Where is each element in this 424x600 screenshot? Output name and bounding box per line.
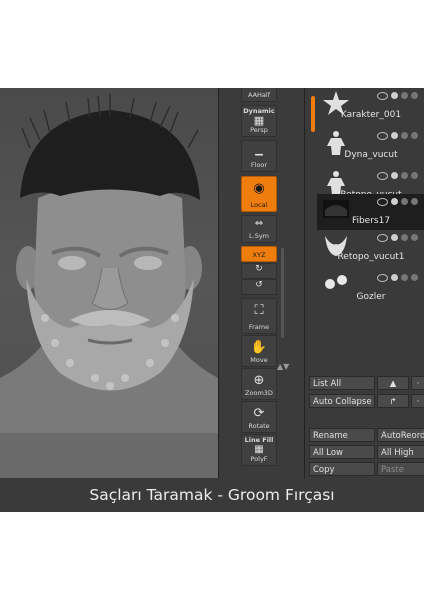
polyf-icon: ▦ bbox=[254, 444, 264, 455]
list-all-row: List All ▲ · bbox=[309, 376, 424, 390]
arrow-extra-button[interactable]: · bbox=[411, 376, 424, 390]
move-down-button[interactable]: ↱ bbox=[377, 394, 409, 408]
floor-button[interactable]: ▁ Floor bbox=[241, 140, 277, 172]
subtool-toggles bbox=[377, 92, 424, 100]
move-down-icon: ↱ bbox=[389, 397, 397, 407]
lsym-button[interactable]: ⇔ L.Sym bbox=[241, 215, 277, 243]
shelf-tools: AAHalf Dynamic ▦ Persp ▁ Floor ◉ Local ⇔… bbox=[241, 88, 277, 478]
rotate-icon: ⟳ bbox=[253, 406, 265, 421]
list-all-button[interactable]: List All bbox=[309, 376, 375, 390]
move-extra-button[interactable]: · bbox=[411, 394, 424, 408]
shelf-scrollbar[interactable] bbox=[281, 248, 284, 338]
copy-row: Copy Paste bbox=[309, 462, 424, 476]
floor-icon: ▁ bbox=[255, 145, 263, 156]
subtool-toggles bbox=[377, 274, 424, 282]
subtool-item[interactable]: Dyna_vucut bbox=[317, 128, 424, 168]
auto-collapse-row: Auto Collapse ↱ · bbox=[309, 394, 424, 408]
rotate-y-icon: ↻ bbox=[255, 264, 263, 274]
subtool-item[interactable]: Retopo_vucut1 bbox=[317, 230, 424, 270]
auto-collapse-button[interactable]: Auto Collapse bbox=[309, 394, 375, 408]
all-high-button[interactable]: All High bbox=[377, 445, 424, 459]
move-extra-icon: · bbox=[416, 397, 420, 407]
aahalf-button[interactable]: AAHalf bbox=[241, 88, 277, 102]
persp-button[interactable]: Dynamic ▦ Persp bbox=[241, 105, 277, 137]
polyf-button[interactable]: Line Fill ▦ PolyF bbox=[241, 434, 277, 466]
xyz-button[interactable]: XYZ bbox=[241, 246, 277, 262]
local-button[interactable]: ◉ Local bbox=[241, 176, 277, 212]
all-low-row: All Low All High bbox=[309, 445, 424, 459]
viewport-canvas[interactable] bbox=[0, 88, 218, 478]
paste-button[interactable]: Paste bbox=[377, 462, 424, 476]
rotate-z-button[interactable]: ↺ bbox=[241, 279, 277, 295]
zoom-icon: ⊕ bbox=[253, 373, 265, 388]
panel-accent bbox=[311, 96, 315, 132]
rename-row: Rename AutoReorder bbox=[309, 428, 424, 442]
lsym-icon: ⇔ bbox=[254, 218, 264, 229]
rotate-y-button[interactable]: ↻ bbox=[241, 263, 277, 279]
rotate-button[interactable]: ⟳ Rotate bbox=[241, 401, 277, 433]
subtool-toggles bbox=[377, 172, 424, 180]
subtool-panel: Karakter_001 Dyna_vucut Retopo_vucut Fib… bbox=[304, 88, 424, 478]
frame-icon: ⛶ bbox=[254, 303, 264, 318]
subtool-toggles bbox=[377, 198, 424, 206]
shelf-arrows-icon: ▲▼ bbox=[277, 362, 290, 371]
local-icon: ◉ bbox=[253, 181, 265, 196]
arrow-up-icon: ▲ bbox=[389, 379, 397, 389]
subtool-item-selected[interactable]: Fibers17 bbox=[317, 194, 424, 230]
all-low-button[interactable]: All Low bbox=[309, 445, 375, 459]
move-button[interactable]: ✋ Move bbox=[241, 335, 277, 367]
subtool-toggles bbox=[377, 234, 424, 242]
rotate-z-icon: ↺ bbox=[255, 280, 263, 290]
zbrush-screen: AAHalf Dynamic ▦ Persp ▁ Floor ◉ Local ⇔… bbox=[0, 88, 424, 512]
zoom3d-button[interactable]: ⊕ Zoom3D bbox=[241, 368, 277, 400]
right-shelf: AAHalf Dynamic ▦ Persp ▁ Floor ◉ Local ⇔… bbox=[218, 88, 305, 478]
sculpt-model bbox=[0, 94, 218, 433]
arrow-extra-icon: · bbox=[416, 379, 420, 389]
arrow-up-button[interactable]: ▲ bbox=[377, 376, 409, 390]
copy-button[interactable]: Copy bbox=[309, 462, 375, 476]
caption-band: Saçları Taramak - Groom Fırçası bbox=[0, 478, 424, 512]
rename-button[interactable]: Rename bbox=[309, 428, 375, 442]
hand-icon: ✋ bbox=[250, 340, 268, 355]
subtool-toggles bbox=[377, 132, 424, 140]
frame-button[interactable]: ⛶ Frame bbox=[241, 298, 277, 334]
auto-reorder-button[interactable]: AutoReorder bbox=[377, 428, 424, 442]
subtool-item[interactable]: Karakter_001 bbox=[317, 88, 424, 128]
subtool-item[interactable]: Gozler bbox=[317, 270, 424, 310]
